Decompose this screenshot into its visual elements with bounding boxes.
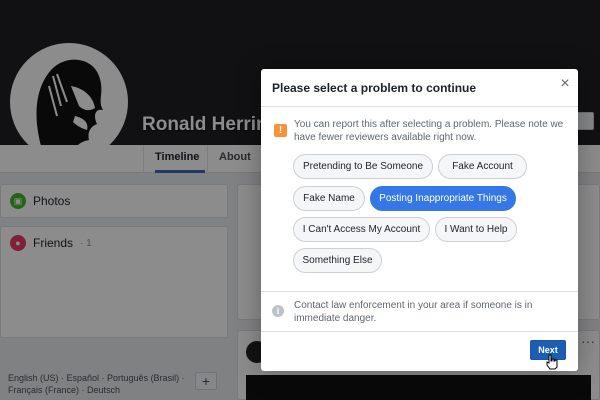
warning-icon: ! [274,124,287,137]
option-want-to-help[interactable]: I Want to Help [435,217,517,242]
dialog-divider [261,331,578,332]
option-something-else[interactable]: Something Else [293,248,382,273]
hand-cursor-icon [546,354,558,370]
option-posting-inappropriate-things[interactable]: Posting Inappropriate Things [370,186,516,211]
option-pretending-to-be-someone[interactable]: Pretending to Be Someone [293,154,433,179]
close-icon[interactable]: × [557,76,573,92]
info-message: Contact law enforcement in your area if … [294,300,533,324]
option-cant-access-account[interactable]: I Can't Access My Account [293,217,430,242]
info-icon: i [272,305,284,317]
dialog-divider [261,106,578,107]
report-dialog: Please select a problem to continue × ! … [261,69,578,371]
option-fake-account[interactable]: Fake Account [438,154,527,179]
dialog-divider [261,291,578,292]
option-fake-name[interactable]: Fake Name [293,186,365,211]
warning-message: You can report this after selecting a pr… [294,119,564,143]
dialog-title: Please select a problem to continue [272,81,477,95]
